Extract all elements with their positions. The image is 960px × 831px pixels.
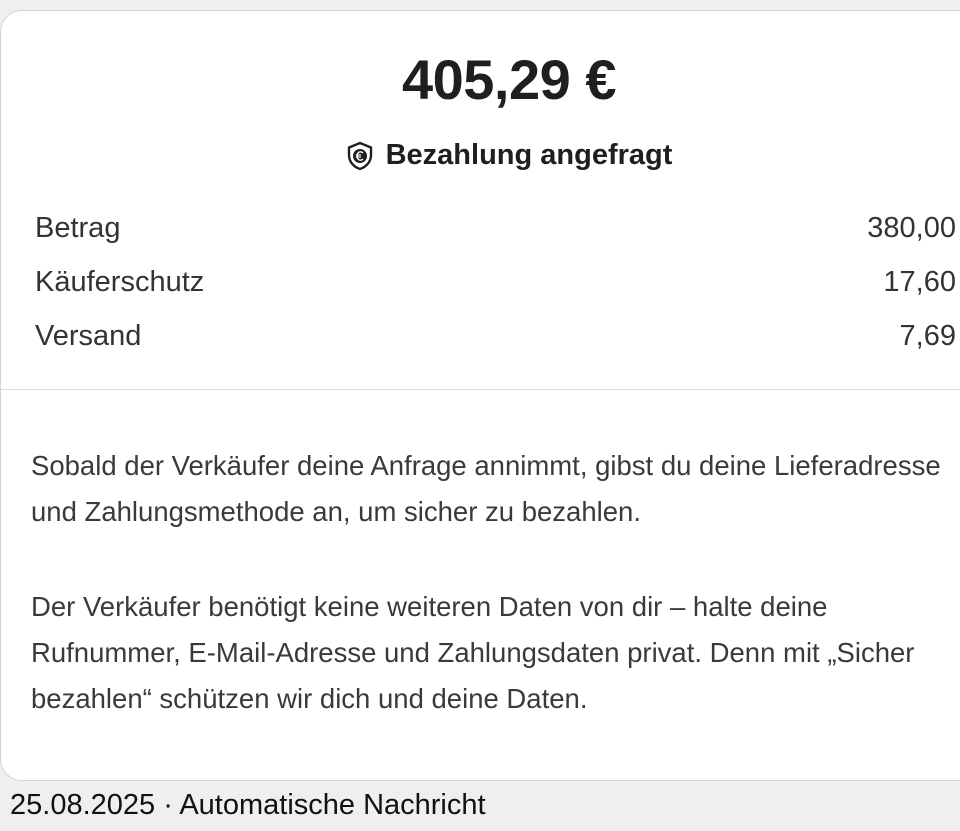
euro-shield-icon xyxy=(346,141,374,171)
section-divider xyxy=(1,389,960,390)
breakdown-value: 17,60 xyxy=(883,266,956,298)
total-amount: 405,29 € xyxy=(402,48,616,111)
breakdown-row-betrag: Betrag 380,00 xyxy=(35,212,956,245)
breakdown-label: Betrag xyxy=(35,212,121,244)
breakdown-row-kaeuferschutz: Käuferschutz 17,60 xyxy=(35,266,956,299)
breakdown-label: Versand xyxy=(35,320,142,352)
breakdown-row-versand: Versand 7,69 xyxy=(35,320,956,353)
payment-request-card: 405,29 € Bezahlung angefragt Betrag 380,… xyxy=(0,10,960,781)
status-label: Bezahlung angefragt xyxy=(385,139,673,171)
payment-status: Bezahlung angefragt xyxy=(1,139,960,172)
breakdown-value: 7,69 xyxy=(899,320,956,352)
message-viewport: 405,29 € Bezahlung angefragt Betrag 380,… xyxy=(0,0,960,831)
info-paragraph-next-steps: Sobald der Verkäufer deine Anfrage annim… xyxy=(31,450,941,527)
breakdown-label: Käuferschutz xyxy=(35,266,205,298)
message-meta: 25.08.2025 · Automatische Nachricht xyxy=(10,789,486,821)
breakdown-value: 380,00 xyxy=(867,212,956,244)
info-paragraph-privacy: Der Verkäufer benötigt keine weiteren Da… xyxy=(31,591,915,714)
